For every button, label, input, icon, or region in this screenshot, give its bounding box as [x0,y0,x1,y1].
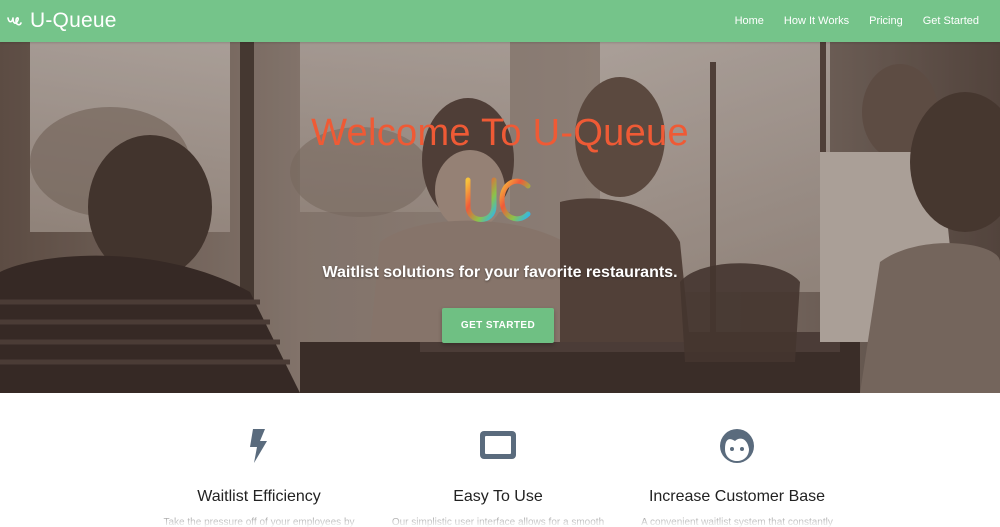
feature-description: Take the pressure off of your employees … [163,517,355,527]
feature-title: Waitlist Efficiency [197,488,321,505]
nav-how-it-works[interactable]: How It Works [774,0,859,42]
feature-title: Increase Customer Base [648,488,826,505]
navbar: U-Queue Home How It Works Pricing Get St… [0,0,1000,42]
hero-title: Welcome To U-Queue [311,112,689,154]
face-icon [720,429,754,463]
feature-description: A convenient waitlist system that consta… [641,517,833,527]
hero-tagline: Waitlist solutions for your favorite res… [322,264,678,281]
features-section: Waitlist Efficiency Take the pressure of… [0,393,1000,527]
feature-description: Our simplistic user interface allows for… [391,517,605,527]
nav-get-started[interactable]: Get Started [913,0,989,42]
nav-home[interactable]: Home [725,0,774,42]
brand-name: U-Queue [30,9,117,32]
get-started-button[interactable]: GET STARTED [442,308,554,343]
feature-title: Easy To Use [453,488,543,505]
nav-links: Home How It Works Pricing Get Started [725,0,989,42]
brand-link[interactable]: U-Queue [6,9,117,33]
nav-pricing[interactable]: Pricing [859,0,913,42]
uq-gradient-logo [465,177,531,241]
lightning-bolt-icon [250,429,267,463]
hero-section: Welcome To U-Queue Waitlist solutions fo… [0,42,1000,393]
tablet-icon [480,431,516,459]
uq-script-icon [7,17,22,26]
